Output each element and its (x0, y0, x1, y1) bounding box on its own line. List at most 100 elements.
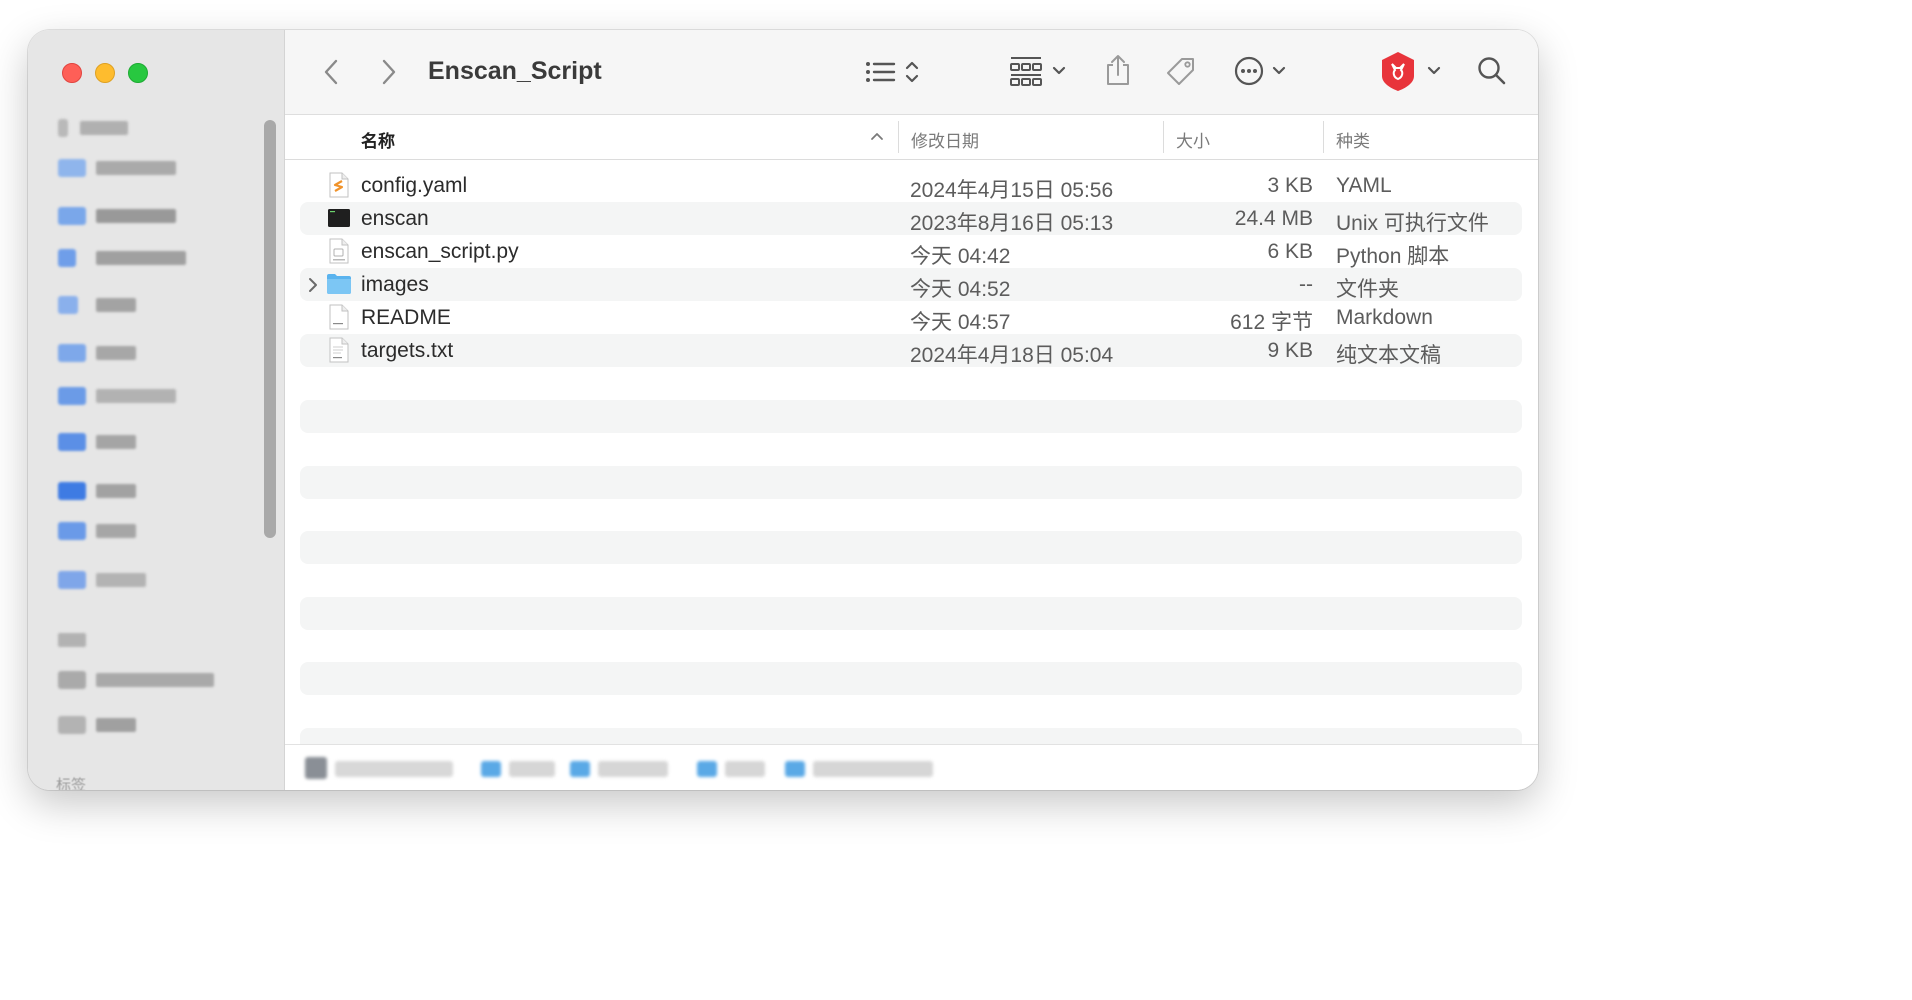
app-extension-button[interactable] (1379, 50, 1445, 92)
sidebar-item-icon (58, 344, 86, 362)
path-segment[interactable] (725, 761, 765, 777)
column-separator[interactable] (1163, 121, 1164, 153)
column-name[interactable]: 名称 (361, 127, 395, 152)
python-file-icon (329, 238, 349, 264)
file-kind: Unix 可执行文件 (1336, 212, 1489, 235)
file-size: -- (1299, 273, 1313, 296)
minimize-button[interactable] (95, 63, 115, 83)
folder-icon (570, 761, 590, 777)
view-mode-button[interactable] (863, 56, 925, 88)
folder-icon (697, 761, 717, 777)
folder-icon (785, 761, 805, 777)
column-date[interactable]: 修改日期 (911, 127, 979, 152)
shield-app-icon (1382, 52, 1441, 91)
ellipsis-circle-icon (1234, 56, 1286, 86)
grid-group-icon (1010, 57, 1066, 86)
sidebar-tags-header: 标签 (56, 777, 87, 790)
file-name: enscan (361, 207, 429, 230)
terminal-exec-icon (328, 209, 350, 227)
column-separator[interactable] (898, 121, 899, 153)
column-separator[interactable] (1323, 121, 1324, 153)
folder-icon (327, 274, 351, 294)
file-name: images (361, 273, 429, 296)
sidebar-item-label (96, 484, 136, 498)
sidebar-item-icon (58, 522, 86, 540)
file-size: 9 KB (1267, 339, 1313, 362)
sidebar-item-label (96, 298, 136, 312)
finder-window: 标签 Enscan_Script 名称 修改日期 大小 种类 config.ya… (28, 30, 1538, 790)
share-button[interactable] (1103, 52, 1133, 88)
file-date: 今天 04:42 (910, 245, 1011, 268)
column-size[interactable]: 大小 (1176, 127, 1210, 152)
sidebar-item-label (96, 573, 146, 587)
file-name: enscan_script.py (361, 240, 519, 263)
sidebar-item-icon (58, 159, 86, 177)
sort-ascending-icon[interactable] (870, 131, 884, 141)
path-bar (285, 744, 1538, 790)
sidebar-item-label (96, 209, 176, 223)
sidebar-item-icon (58, 249, 76, 267)
back-button[interactable] (317, 56, 345, 88)
file-kind: 文件夹 (1336, 278, 1399, 301)
file-date: 2024年4月15日 05:56 (910, 179, 1114, 202)
file-size: 3 KB (1267, 174, 1313, 197)
file-row[interactable]: enscan_script.py 今天 04:42 6 KB Python 脚本 (300, 235, 1522, 268)
file-date: 今天 04:57 (910, 311, 1011, 334)
zoom-button[interactable] (128, 63, 148, 83)
sidebar-scrollbar[interactable] (264, 120, 276, 538)
close-button[interactable] (62, 63, 82, 83)
toolbar: Enscan_Script (285, 30, 1538, 115)
empty-row (300, 466, 1522, 499)
column-header: 名称 修改日期 大小 种类 (285, 115, 1538, 160)
list-view-icon (866, 61, 919, 83)
file-row[interactable]: config.yaml 2024年4月15日 05:56 3 KB YAML (300, 169, 1522, 202)
empty-row (300, 597, 1522, 630)
sidebar-item-icon (58, 571, 86, 589)
sidebar-item-icon (58, 671, 86, 689)
more-actions-button[interactable] (1233, 54, 1293, 88)
file-name: README (361, 306, 451, 329)
file-row[interactable]: targets.txt 2024年4月18日 05:04 9 KB 纯文本文稿 (300, 334, 1522, 367)
markdown-file-icon (329, 304, 349, 330)
disk-icon (305, 757, 327, 779)
file-browser: Enscan_Script 名称 修改日期 大小 种类 config.yaml … (285, 30, 1538, 790)
sidebar-item-label (96, 524, 136, 538)
forward-button[interactable] (375, 56, 403, 88)
file-row[interactable]: README 今天 04:57 612 字节 Markdown (300, 301, 1522, 334)
search-icon (1478, 57, 1506, 85)
sidebar-item-label (96, 346, 136, 360)
sidebar: 标签 (28, 30, 285, 790)
file-date: 2024年4月18日 05:04 (910, 344, 1114, 367)
sidebar-item-label (96, 435, 136, 449)
share-icon (1107, 55, 1129, 85)
file-date: 今天 04:52 (910, 278, 1011, 301)
sidebar-item-label (96, 389, 176, 403)
column-kind[interactable]: 种类 (1336, 127, 1370, 152)
tag-button[interactable] (1163, 54, 1199, 90)
path-segment[interactable] (598, 761, 668, 777)
file-kind: Markdown (1336, 306, 1433, 329)
sidebar-item-icon (58, 296, 78, 314)
empty-row (300, 662, 1522, 695)
search-button[interactable] (1475, 54, 1509, 88)
chevron-right-icon (382, 59, 396, 85)
disclosure-chevron-icon[interactable] (308, 277, 318, 293)
sidebar-item-icon (58, 119, 68, 137)
path-segment[interactable] (813, 761, 933, 777)
sidebar-item-icon (58, 716, 86, 734)
file-kind: Python 脚本 (1336, 245, 1450, 268)
path-segment[interactable] (509, 761, 555, 777)
tag-icon (1167, 58, 1194, 85)
file-size: 24.4 MB (1234, 207, 1313, 230)
group-button[interactable] (1009, 54, 1071, 88)
sidebar-section-label (58, 633, 86, 647)
empty-row (300, 531, 1522, 564)
path-segment[interactable] (335, 761, 453, 777)
file-row[interactable]: images 今天 04:52 -- 文件夹 (300, 268, 1522, 301)
sidebar-item-label (96, 161, 176, 175)
sidebar-item-icon (58, 387, 86, 405)
sidebar-item-icon (58, 433, 86, 451)
file-row[interactable]: enscan 2023年8月16日 05:13 24.4 MB Unix 可执行… (300, 202, 1522, 235)
empty-row (300, 728, 1522, 744)
sidebar-item-label (96, 673, 214, 687)
